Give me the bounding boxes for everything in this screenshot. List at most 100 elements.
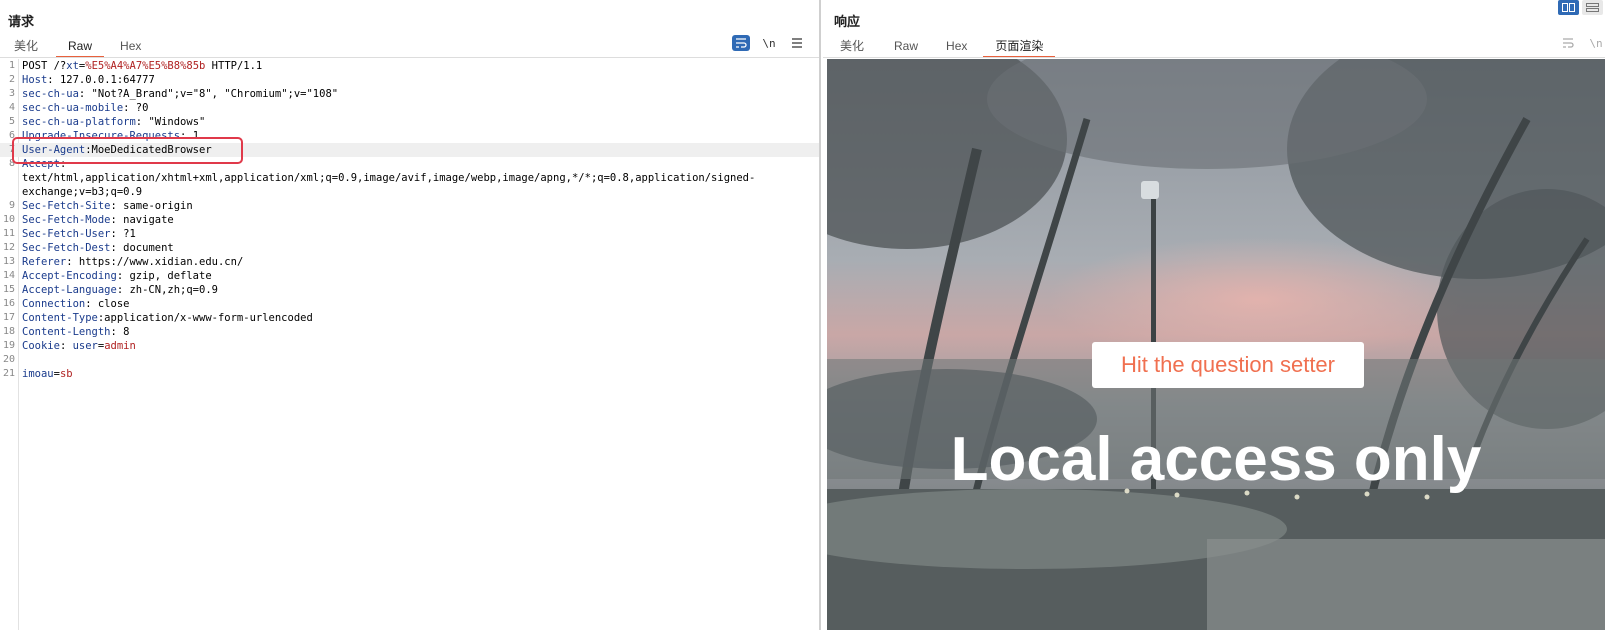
line-number: 3 (8, 88, 15, 99)
tab-pretty[interactable]: 美化 (2, 36, 50, 58)
code-line[interactable]: 3 sec-ch-ua: "Not?A_Brand";v="8", "Chromi… (0, 87, 819, 101)
token-text: : ?1 (110, 228, 136, 240)
code-text: Connection: close (22, 297, 807, 311)
code-line[interactable]: 16 Connection: close (0, 297, 819, 311)
code-text: Accept-Encoding: gzip, deflate (22, 269, 807, 283)
line-number: 9 (8, 200, 15, 211)
token-text: : "Windows" (135, 116, 206, 128)
line-number: 18 (2, 326, 15, 337)
line-number: 16 (2, 298, 15, 309)
token-value: %E5%A4%A7%E5%B8%85b (85, 60, 206, 72)
code-text: Content-Length: 8 (22, 325, 807, 339)
token-text: POST /? (22, 60, 67, 72)
request-toolbar: \n (732, 35, 806, 51)
line-number: 5 (8, 116, 15, 127)
tab-render[interactable]: 页面渲染 (983, 36, 1056, 58)
code-text: Content-Type:application/x-www-form-urle… (22, 311, 807, 325)
request-lines: 1 POST /?xt=%E5%A4%A7%E5%B8%85b HTTP/1.1 2… (0, 59, 819, 381)
line-number: 20 (2, 354, 15, 365)
response-title: 响应 (834, 15, 861, 30)
code-line[interactable]: 14 Accept-Encoding: gzip, deflate (0, 269, 819, 283)
code-text: Cookie: user=admin (22, 339, 807, 353)
token-key: Accept-Language (22, 284, 117, 296)
request-tab-divider (0, 57, 819, 58)
token-text: : gzip, deflate (116, 270, 212, 282)
token-text: :application/x-www-form-urlencoded (97, 312, 313, 324)
code-line[interactable]: 4 sec-ch-ua-mobile: ?0 (0, 101, 819, 115)
token-value: sb (59, 368, 73, 380)
response-tab-divider (823, 57, 1605, 58)
code-line[interactable]: 1 POST /?xt=%E5%A4%A7%E5%B8%85b HTTP/1.1 (0, 59, 819, 73)
tab-raw[interactable]: Raw (56, 36, 105, 58)
token-key: Host (22, 74, 48, 86)
tab-raw[interactable]: Raw (882, 36, 930, 58)
code-line[interactable]: 17 Content-Type:application/x-www-form-ur… (0, 311, 819, 325)
code-line[interactable]: 5 sec-ch-ua-platform: "Windows" (0, 115, 819, 129)
token-text: : document (110, 242, 174, 254)
token-key: Sec-Fetch-Site (22, 200, 111, 212)
token-key: Accept-Encoding (22, 270, 117, 282)
line-number: 13 (2, 256, 15, 267)
token-text: : zh-CN,zh;q=0.9 (116, 284, 218, 296)
line-number: 17 (2, 312, 15, 323)
code-line[interactable]: 10 Sec-Fetch-Mode: navigate (0, 213, 819, 227)
wrap-lines-icon[interactable] (1559, 35, 1577, 51)
newline-toggle[interactable]: \n (1587, 35, 1605, 51)
line-number: 1 (8, 60, 15, 71)
code-text: POST /?xt=%E5%A4%A7%E5%B8%85b HTTP/1.1 (22, 59, 807, 73)
line-number: 2 (8, 74, 15, 85)
token-key: Sec-Fetch-User (22, 228, 111, 240)
token-text: : https://www.xidian.edu.cn/ (66, 256, 244, 268)
code-text: Sec-Fetch-User: ?1 (22, 227, 807, 241)
code-line[interactable]: 21 imoau=sb (0, 367, 819, 381)
newline-toggle[interactable]: \n (760, 35, 778, 51)
request-pane: 请求 美化 Raw Hex \n 1 POST /?xt=%E5%A4%A7%E5… (0, 0, 821, 630)
stacked-view-icon[interactable] (1582, 0, 1603, 15)
request-tabs: 美化 Raw Hex (2, 36, 153, 58)
code-text: Accept-Language: zh-CN,zh;q=0.9 (22, 283, 807, 297)
code-line[interactable]: 9 Sec-Fetch-Site: same-origin (0, 199, 819, 213)
hit-setter-button[interactable]: Hit the question setter (1092, 342, 1364, 388)
token-key: user (72, 340, 98, 352)
response-toolbar: \n (1559, 35, 1605, 51)
wrap-lines-icon[interactable] (732, 35, 750, 51)
code-line[interactable]: 20 (0, 353, 819, 367)
hamburger-menu-icon[interactable] (788, 35, 806, 51)
token-key: Content-Length (22, 326, 111, 338)
line-number: 10 (2, 214, 15, 225)
token-text: : text/html,application/xhtml+xml,applic… (22, 158, 756, 198)
split-view-icon[interactable] (1558, 0, 1579, 15)
code-text: Referer: https://www.xidian.edu.cn/ (22, 255, 807, 269)
token-text: : 127.0.0.1:64777 (47, 74, 155, 86)
code-text: imoau=sb (22, 367, 807, 381)
line-number: 14 (2, 270, 15, 281)
line-number: 21 (2, 368, 15, 379)
tab-hex[interactable]: Hex (108, 36, 153, 58)
token-text: : close (85, 298, 130, 310)
code-text: Sec-Fetch-Dest: document (22, 241, 807, 255)
token-key: imoau (22, 368, 54, 380)
code-line[interactable]: 15 Accept-Language: zh-CN,zh;q=0.9 (0, 283, 819, 297)
token-text: : 8 (110, 326, 130, 338)
token-key: sec-ch-ua-platform (22, 116, 136, 128)
token-text: HTTP/1.1 (205, 60, 263, 72)
token-text: : ?0 (123, 102, 149, 114)
tab-pretty[interactable]: 美化 (828, 36, 876, 58)
line-number: 15 (2, 284, 15, 295)
tab-hex[interactable]: Hex (934, 36, 979, 58)
code-text: sec-ch-ua-mobile: ?0 (22, 101, 807, 115)
response-tabs: 美化 Raw Hex 页面渲染 (828, 36, 1056, 58)
code-line[interactable]: 2 Host: 127.0.0.1:64777 (0, 73, 819, 87)
line-number: 11 (2, 228, 15, 239)
token-key: Cookie (22, 340, 60, 352)
token-key: sec-ch-ua (22, 88, 79, 100)
code-line[interactable]: 19 Cookie: user=admin (0, 339, 819, 353)
code-line[interactable]: 18 Content-Length: 8 (0, 325, 819, 339)
code-line[interactable]: 12 Sec-Fetch-Dest: document (0, 241, 819, 255)
token-text: : "Not?A_Brand";v="8", "Chromium";v="108… (78, 88, 339, 100)
code-line[interactable]: 11 Sec-Fetch-User: ?1 (0, 227, 819, 241)
code-text: sec-ch-ua-platform: "Windows" (22, 115, 807, 129)
code-text: sec-ch-ua: "Not?A_Brand";v="8", "Chromiu… (22, 87, 807, 101)
response-pane: 响应 美化 Raw Hex 页面渲染 \n Hit the question s… (823, 0, 1605, 630)
code-line[interactable]: 13 Referer: https://www.xidian.edu.cn/ (0, 255, 819, 269)
